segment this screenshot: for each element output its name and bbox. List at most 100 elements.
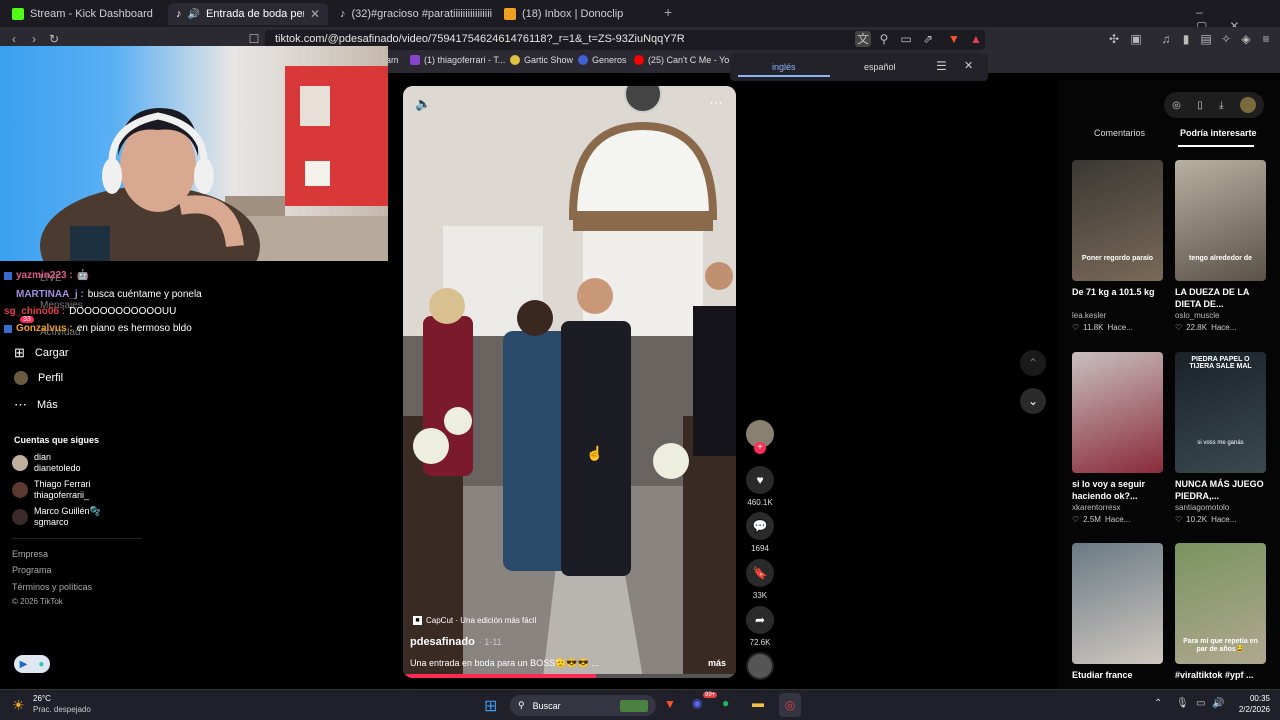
extensions-icon[interactable]: ✣ [1106, 31, 1122, 47]
like-button[interactable]: ♥ 460.1K [744, 466, 776, 507]
device-icon[interactable]: ▯ [1197, 100, 1203, 111]
suggested-video-user[interactable]: xkarentorresx [1072, 503, 1120, 512]
video-author[interactable]: pdesafinado [410, 636, 475, 648]
brave-icon[interactable]: ▼ [664, 697, 676, 711]
screenshot-icon[interactable]: ▣ [1128, 31, 1144, 47]
menu-mas[interactable]: ⋯ Más [14, 397, 58, 413]
tab-comentarios[interactable]: Comentarios [1094, 128, 1145, 138]
tab-tiktok-gracioso[interactable]: ♪ (32)#gracioso #paratiiiiiiiiiiiiiiiii [332, 3, 492, 25]
suggested-video-thumbnail[interactable]: Poner regordo paraío [1072, 160, 1163, 281]
close-tab-icon[interactable]: ✕ [310, 7, 320, 21]
next-video-button[interactable]: ⌄ [1020, 388, 1046, 414]
bookmark-gartic[interactable]: Gartic Show [510, 55, 573, 65]
more-options-icon[interactable]: ⋯ [709, 94, 723, 111]
compass-icon[interactable]: ◎ [1172, 100, 1181, 111]
suggested-video-title[interactable]: #viraltiktok #ypf ... [1175, 669, 1270, 681]
suggested-video-title[interactable]: De 71 kg a 101.5 kg [1072, 286, 1167, 298]
translate-close-icon[interactable]: ✕ [964, 59, 973, 72]
following-account[interactable]: Marco Guillén🫧 sgmarco [12, 506, 101, 528]
footer-terminos[interactable]: Términos y políticas [12, 582, 92, 592]
suggested-video-user[interactable]: oslo_muscle [1175, 311, 1219, 320]
footer-empresa[interactable]: Empresa [12, 549, 48, 559]
suggested-video-title[interactable]: NUNCA MÁS JUEGO PIEDRA,... [1175, 478, 1270, 502]
forward-icon[interactable]: › [26, 31, 42, 47]
save-button[interactable]: 🔖 33K [744, 559, 776, 600]
menu-icon[interactable]: ≡ [1258, 31, 1274, 47]
brave-shield-icon[interactable]: ▼ [946, 31, 962, 47]
suggested-video-thumbnail[interactable]: tengo alrededor de [1175, 160, 1266, 281]
zoom-icon[interactable]: ⚲ [876, 31, 892, 47]
progress-track[interactable] [403, 674, 736, 678]
translate-icon[interactable]: 文 [855, 31, 871, 47]
following-account[interactable]: dian dianetoledo [12, 452, 81, 474]
capcut-tag[interactable]: ■ CapCut · Una edición más fácil [413, 616, 536, 625]
weather-temp[interactable]: 26°C [33, 694, 51, 703]
file-explorer-icon[interactable]: ▬ [752, 696, 764, 710]
suggested-video-title[interactable]: LA DUEZA DE LA DIETA DE... [1175, 286, 1270, 310]
network-icon[interactable]: ▭ [1196, 698, 1205, 709]
tab-podria-interesarte[interactable]: Podría interesarte [1180, 128, 1257, 138]
volume-icon[interactable]: 🔈 [415, 96, 431, 112]
sound-disc-button[interactable] [744, 652, 776, 680]
suggested-video-thumbnail[interactable]: PIEDRA PAPEL O TIJERA SALE MAL si voss me… [1175, 352, 1266, 473]
bookmark-icon[interactable]: ☐ [246, 31, 262, 47]
taskbar-search[interactable]: ⚲ Buscar [510, 695, 656, 716]
chat-badge-icon [4, 324, 12, 333]
brave-rewards-icon[interactable]: ▲ [968, 31, 984, 47]
follow-plus-icon[interactable]: + [754, 442, 766, 454]
suggested-video-title[interactable]: Etudiar france [1072, 669, 1167, 681]
following-account[interactable]: Thiago Ferrari thiagoferrarii_ [12, 479, 91, 501]
download-icon[interactable]: ⤓ [1219, 100, 1223, 111]
obs-icon[interactable]: ◎ [779, 693, 801, 717]
suggested-video-title[interactable]: si lo voy a seguir haciendo ok?... [1072, 478, 1167, 502]
mic-icon[interactable]: 🎙 [1176, 698, 1189, 709]
author-avatar-button[interactable]: + [744, 420, 776, 454]
leo-icon[interactable]: ✧ [1218, 31, 1234, 47]
clock-time[interactable]: 00:35 [1238, 694, 1270, 703]
share-button[interactable]: ➦ 72.6K [744, 606, 776, 647]
spotify-icon[interactable]: ● [722, 696, 729, 710]
suggested-video-user[interactable]: lea.kesler [1072, 311, 1106, 320]
vpn-icon[interactable]: ◈ [1238, 31, 1254, 47]
translate-target-tab[interactable]: español [864, 62, 896, 72]
menu-perfil[interactable]: Perfil [14, 371, 63, 385]
cast-icon[interactable]: ▭ [898, 31, 914, 47]
weather-desc[interactable]: Prac. despejado [33, 705, 91, 714]
share-icon[interactable]: ⇗ [920, 31, 936, 47]
sidebar-icon[interactable]: ▮ [1178, 31, 1194, 47]
suggested-video-thumbnail[interactable] [1072, 543, 1163, 664]
suggested-video-thumbnail[interactable] [1072, 352, 1163, 473]
get-app-button[interactable]: ▶ ● [14, 655, 50, 673]
translate-menu-icon[interactable]: ☰ [936, 59, 947, 73]
bookmark-youtube[interactable]: (25) Can't C Me - Yo... [634, 55, 737, 65]
footer-programa[interactable]: Programa [12, 565, 52, 575]
menu-cargar[interactable]: ⊞ Cargar [14, 345, 69, 361]
chat-username: MARTINAA_j : [16, 289, 84, 300]
more-link[interactable]: más [708, 658, 726, 668]
tray-chevron-icon[interactable]: ⌃ [1154, 698, 1162, 709]
windows-start-icon[interactable]: ⊞ [484, 696, 497, 716]
bookmark-thiago[interactable]: (1) thiagoferrari - T... [410, 55, 505, 65]
translate-source-tab[interactable]: inglés [772, 62, 796, 72]
save-count: 33K [752, 591, 768, 600]
discord-icon[interactable]: ◉ [692, 696, 702, 710]
avatar[interactable] [1239, 97, 1256, 113]
suggested-video-thumbnail[interactable]: Para mí que repetía en par de años😂 [1175, 543, 1266, 664]
media-icon[interactable]: ♫ [1158, 31, 1174, 47]
tab-kick[interactable]: Stream - Kick Dashboard [4, 3, 164, 25]
comment-button[interactable]: 💬 1694 [744, 512, 776, 553]
suggested-video-user[interactable]: santiagomotolo [1175, 503, 1229, 512]
new-tab-icon[interactable]: + [664, 4, 672, 20]
video-author-row[interactable]: pdesafinado · 1-11 [410, 636, 502, 648]
bookmark-generos[interactable]: Generos [578, 55, 627, 65]
volume-tray-icon[interactable]: 🔊 [1212, 698, 1224, 709]
tab-tiktok-active[interactable]: ♪ 🔊 Entrada de boda personaliza ✕ [168, 3, 328, 25]
tab-label: (32)#gracioso #paratiiiiiiiiiiiiiiiii [351, 8, 493, 20]
clock-date[interactable]: 2/2/2026 [1230, 705, 1270, 714]
video-player[interactable]: 🔈 ⋯ ■ CapCut · Una edición más fácil pde… [403, 86, 736, 678]
reload-icon[interactable]: ↻ [46, 31, 62, 47]
back-icon[interactable]: ‹ [6, 31, 22, 47]
wallet-icon[interactable]: ▤ [1198, 31, 1214, 47]
previous-video-button[interactable]: ⌃ [1020, 350, 1046, 376]
tab-donoclip[interactable]: (18) Inbox | Donoclip [496, 3, 656, 25]
